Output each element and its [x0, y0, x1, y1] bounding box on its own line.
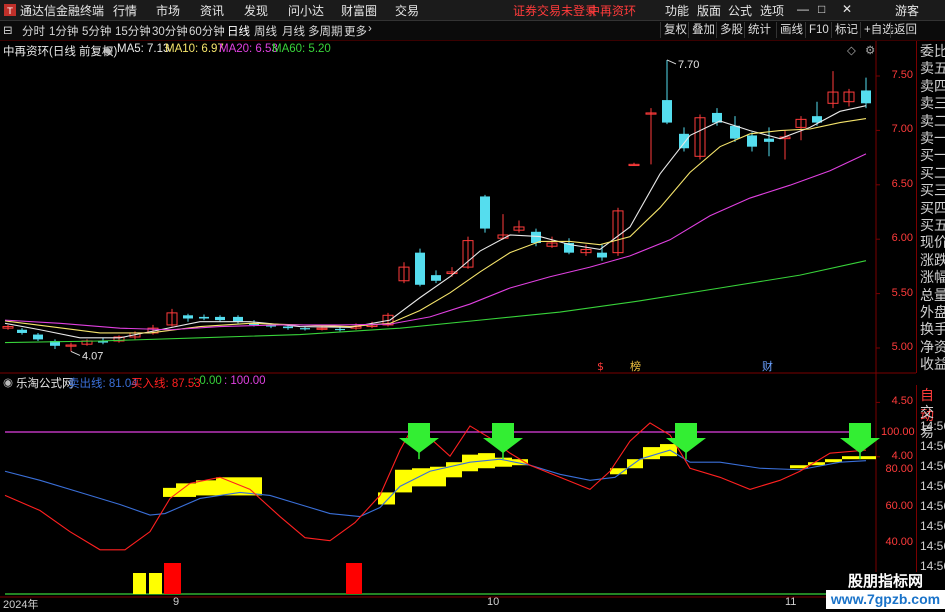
ma10-line	[4, 118, 867, 334]
candle-down	[861, 90, 871, 104]
signal-bar	[176, 483, 196, 497]
trade-row-6: 14:56	[920, 499, 945, 513]
trade-row-2: 14:56	[920, 419, 945, 433]
indicator-tick: 100.00	[881, 426, 915, 438]
high-price-label: 7.70	[678, 59, 699, 71]
time-label-oct: 10	[487, 596, 500, 608]
time-label-year: 2024年	[3, 599, 39, 611]
candle-down	[233, 316, 243, 322]
trade-row-9: 14:56	[920, 559, 945, 573]
candle-down	[764, 138, 774, 142]
candle-down	[480, 196, 490, 229]
candle-down	[415, 252, 425, 285]
price-tick: 5.00	[891, 341, 913, 353]
watermark-title: 股朋指标网	[826, 572, 945, 591]
event-marker: $	[597, 360, 604, 373]
time-label-sep: 9	[173, 596, 180, 608]
candle-down	[597, 252, 607, 258]
high-pointer	[666, 59, 677, 65]
quote-panel: 委比 卖五 卖四 卖三 卖二 卖一 买一 买二 买三 买四 买五 现价 涨跌 涨幅 总量 外盘 换手 净资 收益	[916, 41, 945, 373]
low-pointer	[70, 350, 81, 356]
price-tick: 5.50	[891, 286, 913, 299]
candle-down	[662, 100, 672, 123]
time-label-nov: 11	[785, 596, 797, 608]
volume-signal-bar	[133, 573, 146, 594]
price-tick: 4.00	[891, 449, 913, 462]
event-marker: 榜	[630, 359, 641, 373]
watermark-url: www.7gpzb.com	[826, 590, 945, 609]
candle-down	[215, 316, 225, 321]
kline-chart[interactable]: 7.70 4.07 $ 榜 财	[0, 0, 945, 609]
candle-down	[679, 133, 689, 149]
signal-bar	[842, 456, 876, 460]
candle-down	[199, 316, 209, 319]
volume-signal-bar	[164, 563, 181, 594]
low-price-label: 4.07	[82, 350, 103, 362]
ma20-line	[4, 153, 867, 331]
indicator-tick: 80.00	[885, 462, 913, 475]
candle-down	[300, 328, 310, 330]
candle-down	[33, 334, 43, 340]
candle-down	[17, 329, 27, 333]
ma5-line	[4, 105, 867, 339]
indicator-tick: 40.00	[885, 536, 913, 549]
trade-row-7: 14:56	[920, 519, 945, 533]
trade-row-4: 14:56	[920, 459, 945, 473]
trade-row-3: 14:56	[920, 439, 945, 453]
candle-down	[747, 135, 757, 147]
trade-row-5: 14:56	[920, 479, 945, 493]
event-marker: 财	[762, 359, 773, 373]
candle-down	[183, 315, 193, 319]
signal-bar	[196, 480, 216, 496]
price-tick: 6.00	[891, 232, 913, 245]
price-tick: 7.00	[891, 123, 913, 136]
signal-bar	[412, 468, 430, 487]
quote-row-18: 收益	[920, 356, 945, 373]
volume-signal-bar	[346, 563, 362, 594]
candle-down	[730, 125, 740, 139]
price-tick: 6.50	[891, 177, 913, 190]
trade-row-8: 14:56	[920, 539, 945, 553]
candle-down	[283, 326, 293, 329]
price-tick: 4.50	[891, 395, 913, 408]
price-tick: 7.50	[891, 69, 913, 81]
signal-bar	[610, 468, 627, 475]
candle-down	[431, 275, 441, 281]
volume-signal-bar	[149, 573, 162, 594]
candle-down	[335, 328, 345, 331]
indicator-tick: 60.00	[885, 499, 913, 512]
